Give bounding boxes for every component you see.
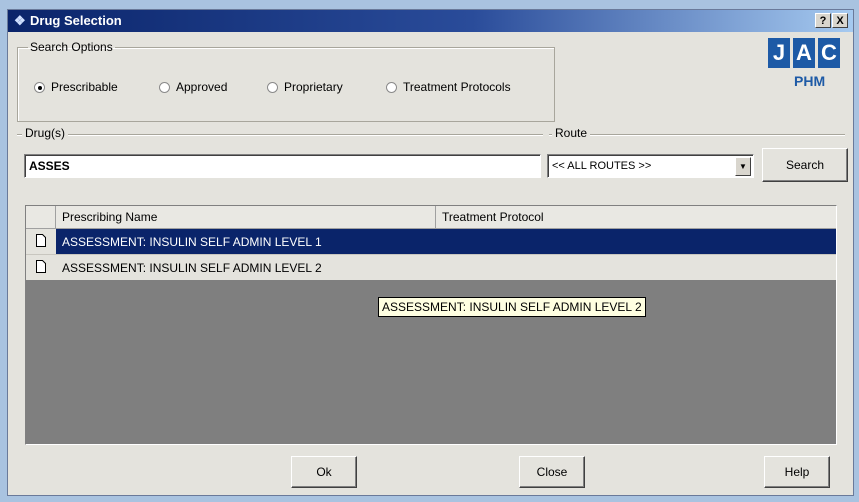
header-prescribing-name[interactable]: Prescribing Name [56, 206, 436, 228]
radio-label: Approved [176, 80, 228, 94]
help-button[interactable]: Help [764, 456, 830, 488]
search-button[interactable]: Search [762, 148, 848, 182]
row-tooltip: ASSESSMENT: INSULIN SELF ADMIN LEVEL 2 [378, 297, 646, 317]
close-title-button[interactable]: X [832, 13, 848, 28]
radio-approved[interactable]: Approved [159, 80, 227, 94]
radio-dot[interactable] [34, 81, 45, 93]
radio-prescribable[interactable]: Prescribable [34, 80, 118, 94]
document-icon [36, 234, 46, 247]
radio-label: Prescribable [51, 80, 118, 94]
logo-letter-a: A [793, 38, 815, 68]
ok-button[interactable]: Ok [291, 456, 357, 488]
route-divider [549, 134, 845, 136]
grid-header: Prescribing Name Treatment Protocol [26, 206, 836, 229]
drug-selection-window: ❖ Drug Selection ? X Search Options Pres… [7, 9, 854, 496]
logo-letter-j: J [768, 38, 790, 68]
title-bar[interactable]: ❖ Drug Selection ? X [8, 10, 853, 32]
search-options-group: Search Options Prescribable Approved Pro… [17, 40, 555, 122]
search-options-legend: Search Options [30, 40, 113, 54]
results-grid[interactable]: Prescribing Name Treatment Protocol ASSE… [25, 205, 837, 445]
row-treatment-protocol [436, 255, 836, 280]
drugs-label: Drug(s) [22, 126, 69, 140]
radio-proprietary[interactable]: Proprietary [267, 80, 343, 94]
radio-dot[interactable] [267, 81, 278, 93]
header-treatment-protocol[interactable]: Treatment Protocol [436, 206, 836, 228]
table-row[interactable]: ASSESSMENT: INSULIN SELF ADMIN LEVEL 1 [26, 229, 836, 254]
route-select[interactable]: << ALL ROUTES >> ▼ [547, 154, 754, 178]
radio-label: Proprietary [284, 80, 343, 94]
window-title: Drug Selection [30, 13, 122, 28]
chevron-down-icon[interactable]: ▼ [735, 157, 751, 176]
radio-treatment-protocols[interactable]: Treatment Protocols [386, 80, 511, 94]
document-icon [36, 260, 46, 273]
header-icon-column [26, 206, 56, 228]
close-button[interactable]: Close [519, 456, 585, 488]
logo-subtitle: PHM [794, 73, 826, 89]
app-icon: ❖ [14, 13, 26, 28]
drug-search-input[interactable]: ASSES [24, 154, 541, 178]
row-prescribing-name: ASSESSMENT: INSULIN SELF ADMIN LEVEL 1 [62, 235, 322, 249]
radio-label: Treatment Protocols [403, 80, 511, 94]
row-treatment-protocol [436, 229, 836, 254]
drugs-divider [17, 134, 543, 136]
table-row[interactable]: ASSESSMENT: INSULIN SELF ADMIN LEVEL 2 [26, 254, 836, 280]
help-title-button[interactable]: ? [815, 13, 831, 28]
route-label: Route [552, 126, 591, 140]
route-select-value: << ALL ROUTES >> [552, 160, 652, 172]
radio-dot[interactable] [386, 81, 397, 93]
row-prescribing-name: ASSESSMENT: INSULIN SELF ADMIN LEVEL 2 [62, 261, 322, 275]
radio-dot[interactable] [159, 81, 170, 93]
logo-letter-c: C [818, 38, 840, 68]
